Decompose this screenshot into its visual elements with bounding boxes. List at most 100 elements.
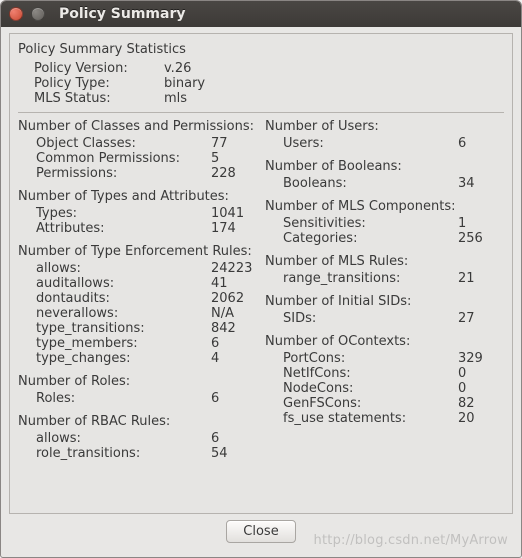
stat-label: GenFSCons:: [283, 396, 452, 411]
stat-row: range_transitions:21: [265, 271, 504, 286]
stat-row: type_transitions:842: [18, 321, 257, 336]
window-content: Policy Summary Statistics Policy Version…: [1, 27, 521, 557]
stat-row: GenFSCons:82: [265, 396, 504, 411]
stat-row: Types:1041: [18, 206, 257, 221]
stat-value: 5: [205, 151, 257, 166]
stat-row: Booleans:34: [265, 176, 504, 191]
stat-group-heading: Number of Initial SIDs:: [265, 294, 504, 309]
stat-value: 4: [205, 351, 257, 366]
stat-value: 6: [452, 136, 504, 151]
stat-label: SIDs:: [283, 311, 452, 326]
stat-group-heading: Number of OContexts:: [265, 334, 504, 349]
stat-group: Number of Types and Attributes: Types:104…: [18, 189, 257, 236]
stat-group-heading: Number of Booleans:: [265, 159, 504, 174]
stat-group-heading: Number of Type Enforcement Rules:: [18, 244, 257, 259]
stat-label: Object Classes:: [36, 136, 205, 151]
header-row: Policy Version:v.26: [34, 61, 504, 76]
stat-label: type_changes:: [36, 351, 205, 366]
stat-row: type_changes:4: [18, 351, 257, 366]
stat-group: Number of Initial SIDs: SIDs:27: [265, 294, 504, 326]
window-frame: Policy Summary Policy Summary Statistics…: [0, 0, 522, 558]
stat-label: NetIfCons:: [283, 366, 452, 381]
stat-row: allows:24223: [18, 261, 257, 276]
header-row-label: Policy Type:: [34, 76, 164, 91]
stat-group: Number of MLS Rules: range_transitions:21: [265, 254, 504, 286]
stat-value: 20: [452, 411, 504, 426]
window-minimize-icon[interactable]: [31, 7, 45, 21]
stat-label: range_transitions:: [283, 271, 452, 286]
header-kv-block: Policy Version:v.26Policy Type:binaryMLS…: [18, 61, 504, 106]
stat-label: type_transitions:: [36, 321, 205, 336]
stat-label: role_transitions:: [36, 446, 205, 461]
header-row: Policy Type:binary: [34, 76, 504, 91]
stat-value: 174: [205, 221, 257, 236]
stat-value: 82: [452, 396, 504, 411]
stat-value: 1: [452, 216, 504, 231]
stat-value: 54: [205, 446, 257, 461]
stat-row: Categories:256: [265, 231, 504, 246]
stat-group-heading: Number of Classes and Permissions:: [18, 119, 257, 134]
stats-right-column: Number of Users:Users:6Number of Boolean…: [265, 119, 504, 469]
stat-group-heading: Number of Types and Attributes:: [18, 189, 257, 204]
stat-row: allows:6: [18, 431, 257, 446]
stat-label: Permissions:: [36, 166, 205, 181]
stat-value: 34: [452, 176, 504, 191]
stat-value: 6: [205, 431, 257, 446]
stats-columns: Number of Classes and Permissions: Object…: [18, 119, 504, 469]
header-row-value: mls: [164, 91, 187, 106]
stat-group-heading: Number of RBAC Rules:: [18, 414, 257, 429]
panel-heading: Policy Summary Statistics: [18, 42, 504, 57]
header-row-value: binary: [164, 76, 205, 91]
stat-label: Users:: [283, 136, 452, 151]
stat-row: NodeCons:0: [265, 381, 504, 396]
close-button[interactable]: Close: [226, 520, 295, 543]
stat-value: 27: [452, 311, 504, 326]
stat-group-heading: Number of Roles:: [18, 374, 257, 389]
stat-value: 842: [205, 321, 257, 336]
stat-row: SIDs:27: [265, 311, 504, 326]
stat-value: 41: [205, 276, 257, 291]
stat-row: role_transitions:54: [18, 446, 257, 461]
stat-row: Permissions:228: [18, 166, 257, 181]
summary-panel: Policy Summary Statistics Policy Version…: [9, 33, 513, 514]
stat-row: fs_use statements:20: [265, 411, 504, 426]
stat-label: PortCons:: [283, 351, 452, 366]
stat-value: 228: [205, 166, 257, 181]
stat-row: Roles:6: [18, 391, 257, 406]
stat-label: auditallows:: [36, 276, 205, 291]
header-row-label: Policy Version:: [34, 61, 164, 76]
window-close-icon[interactable]: [9, 7, 23, 21]
stat-value: 6: [205, 336, 257, 351]
stat-group-heading: Number of MLS Components:: [265, 199, 504, 214]
stat-group-heading: Number of MLS Rules:: [265, 254, 504, 269]
stat-row: Sensitivities:1: [265, 216, 504, 231]
stat-label: fs_use statements:: [283, 411, 452, 426]
stat-value: 256: [452, 231, 504, 246]
stat-group: Number of Classes and Permissions: Object…: [18, 119, 257, 181]
stat-group: Number of OContexts: PortCons:329NetIfCon…: [265, 334, 504, 426]
stat-value: 0: [452, 381, 504, 396]
stat-row: PortCons:329: [265, 351, 504, 366]
stat-label: type_members:: [36, 336, 205, 351]
stat-label: neverallows:: [36, 306, 205, 321]
stat-label: Categories:: [283, 231, 452, 246]
stat-group: Number of Type Enforcement Rules: allows:…: [18, 244, 257, 366]
stat-group: Number of MLS Components: Sensitivities:1…: [265, 199, 504, 246]
stat-group: Number of RBAC Rules: allows:6role_transi…: [18, 414, 257, 461]
dialog-footer: Close: [9, 514, 513, 551]
stat-label: Common Permissions:: [36, 151, 205, 166]
stat-row: auditallows:41: [18, 276, 257, 291]
header-row: MLS Status:mls: [34, 91, 504, 106]
stat-row: Attributes:174: [18, 221, 257, 236]
header-row-value: v.26: [164, 61, 191, 76]
stat-row: dontaudits:2062: [18, 291, 257, 306]
window-title: Policy Summary: [59, 6, 185, 22]
stat-value: 77: [205, 136, 257, 151]
stats-left-column: Number of Classes and Permissions: Object…: [18, 119, 257, 469]
stat-label: allows:: [36, 431, 205, 446]
stat-label: allows:: [36, 261, 205, 276]
stat-row: type_members:6: [18, 336, 257, 351]
stat-row: neverallows:N/A: [18, 306, 257, 321]
stat-value: 1041: [205, 206, 257, 221]
stat-label: Roles:: [36, 391, 205, 406]
